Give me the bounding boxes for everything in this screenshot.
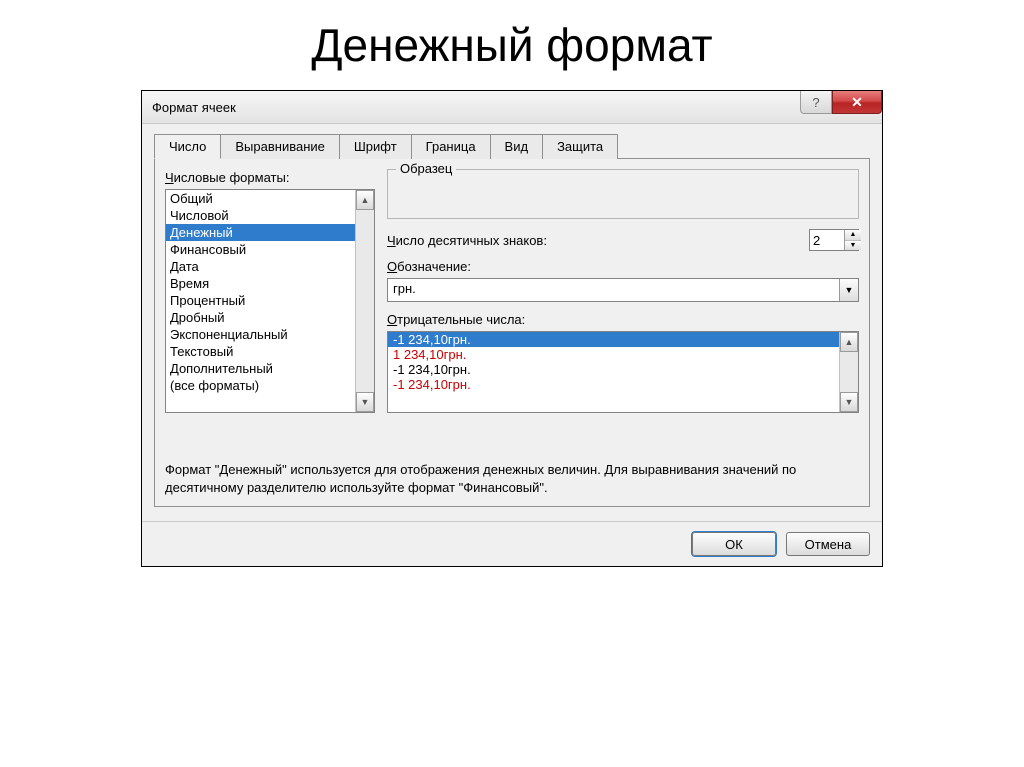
sample-label: Образец	[396, 161, 456, 176]
cancel-button[interactable]: Отмена	[786, 532, 870, 556]
formats-item[interactable]: Дробный	[166, 309, 355, 326]
formats-item[interactable]: Финансовый	[166, 241, 355, 258]
tab-2[interactable]: Шрифт	[339, 134, 412, 159]
tab-5[interactable]: Защита	[542, 134, 618, 159]
window-title: Формат ячеек	[152, 100, 236, 115]
decimals-input[interactable]	[810, 230, 844, 250]
scroll-down-icon[interactable]: ▼	[356, 392, 374, 412]
formats-item[interactable]: Дополнительный	[166, 360, 355, 377]
tab-bar: ЧислоВыравниваниеШрифтГраницаВидЗащита	[154, 134, 870, 159]
decimals-spinner[interactable]: ▲ ▼	[809, 229, 859, 251]
decimals-label: Число десятичных знаков:	[387, 233, 809, 248]
negative-item[interactable]: -1 234,10грн.	[388, 362, 839, 377]
formats-item[interactable]: Экспоненциальный	[166, 326, 355, 343]
formats-item[interactable]: Текстовый	[166, 343, 355, 360]
close-button[interactable]: ✕	[832, 91, 882, 114]
negative-item[interactable]: -1 234,10грн.	[388, 377, 839, 392]
formats-item[interactable]: Общий	[166, 190, 355, 207]
format-cells-window: Формат ячеек ? ✕ ЧислоВыравниваниеШрифтГ…	[141, 90, 883, 567]
formats-label: Числовые форматы:	[165, 170, 375, 185]
tab-3[interactable]: Граница	[411, 134, 491, 159]
spin-down-icon[interactable]: ▼	[845, 241, 861, 251]
negative-item[interactable]: -1 234,10грн.	[388, 332, 839, 347]
titlebar: Формат ячеек ? ✕	[142, 91, 882, 124]
scroll-up-icon[interactable]: ▲	[356, 190, 374, 210]
formats-item[interactable]: Денежный	[166, 224, 355, 241]
negative-item[interactable]: 1 234,10грн.	[388, 347, 839, 362]
scroll-down-icon[interactable]: ▼	[840, 392, 858, 412]
formats-item[interactable]: Процентный	[166, 292, 355, 309]
negative-label: Отрицательные числа:	[387, 312, 859, 327]
formats-scrollbar[interactable]: ▲ ▼	[355, 190, 374, 412]
tab-4[interactable]: Вид	[490, 134, 544, 159]
tab-1[interactable]: Выравнивание	[220, 134, 339, 159]
formats-item[interactable]: Время	[166, 275, 355, 292]
symbol-combo[interactable]: грн. ▼	[387, 278, 859, 302]
formats-listbox[interactable]: ОбщийЧисловойДенежныйФинансовыйДатаВремя…	[165, 189, 375, 413]
formats-item[interactable]: Числовой	[166, 207, 355, 224]
help-button[interactable]: ?	[800, 91, 832, 114]
scroll-up-icon[interactable]: ▲	[840, 332, 858, 352]
tab-page-number: Числовые форматы: ОбщийЧисловойДенежныйФ…	[154, 158, 870, 507]
tab-0[interactable]: Число	[154, 134, 221, 159]
spin-up-icon[interactable]: ▲	[845, 230, 861, 241]
slide-title: Денежный формат	[10, 18, 1014, 72]
formats-item[interactable]: (все форматы)	[166, 377, 355, 394]
formats-item[interactable]: Дата	[166, 258, 355, 275]
ok-button[interactable]: ОК	[692, 532, 776, 556]
combo-chevron-down-icon[interactable]: ▼	[839, 279, 858, 301]
symbol-label: Обозначение:	[387, 259, 859, 274]
sample-group: Образец	[387, 169, 859, 219]
symbol-value: грн.	[388, 279, 839, 301]
negative-listbox[interactable]: -1 234,10грн.1 234,10грн.-1 234,10грн.-1…	[387, 331, 859, 413]
negative-scrollbar[interactable]: ▲ ▼	[839, 332, 858, 412]
format-description: Формат "Денежный" используется для отобр…	[165, 461, 859, 496]
